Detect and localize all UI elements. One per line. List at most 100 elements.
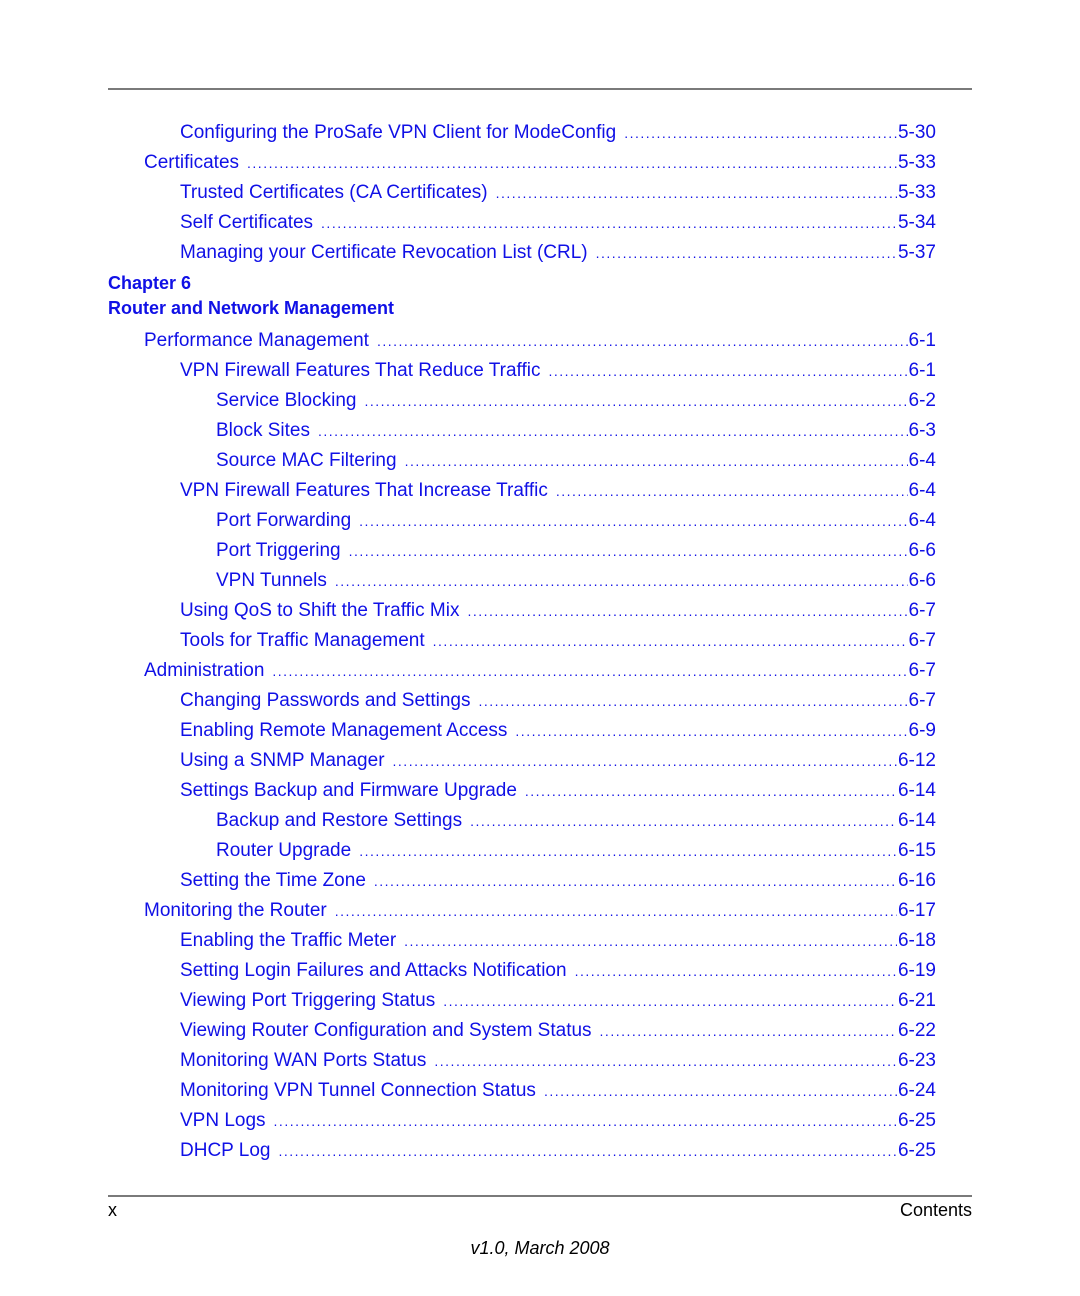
toc-entry-page[interactable]: 5-33 <box>897 182 936 204</box>
toc-entry[interactable]: Enabling Remote Management Access 6-9 <box>108 716 936 746</box>
toc-entry-title[interactable]: VPN Firewall Features That Increase Traf… <box>180 480 556 502</box>
toc-entry-page[interactable]: 6-19 <box>897 960 936 982</box>
toc-entry-page[interactable]: 5-34 <box>897 212 936 234</box>
toc-entry[interactable]: Backup and Restore Settings 6-14 <box>108 806 936 836</box>
toc-entry-title[interactable]: Self Certificates <box>180 212 321 234</box>
toc-entry-title[interactable]: Viewing Router Configuration and System … <box>180 1020 600 1042</box>
toc-entry-title[interactable]: Setting Login Failures and Attacks Notif… <box>180 960 575 982</box>
toc-entry-title[interactable]: Using a SNMP Manager <box>180 750 393 772</box>
toc-entry-page[interactable]: 6-12 <box>897 750 936 772</box>
toc-entry-title[interactable]: VPN Logs <box>180 1110 274 1132</box>
toc-entry-title[interactable]: Port Triggering <box>216 540 349 562</box>
toc-entry[interactable]: Monitoring WAN Ports Status 6-23 <box>108 1046 936 1076</box>
toc-entry[interactable]: Setting the Time Zone 6-16 <box>108 866 936 896</box>
toc-entry-page[interactable]: 6-14 <box>897 780 936 802</box>
toc-entry-title[interactable]: VPN Tunnels <box>216 570 335 592</box>
toc-entry[interactable]: Monitoring VPN Tunnel Connection Status 6… <box>108 1076 936 1106</box>
toc-entry[interactable]: Changing Passwords and Settings 6-7 <box>108 686 936 716</box>
toc-entry-title[interactable]: Using QoS to Shift the Traffic Mix <box>180 600 467 622</box>
toc-entry-page[interactable]: 6-25 <box>897 1140 936 1162</box>
toc-entry-page[interactable]: 6-6 <box>908 570 936 592</box>
toc-entry-title[interactable]: Setting the Time Zone <box>180 870 374 892</box>
toc-entry-page[interactable]: 5-37 <box>897 242 936 264</box>
toc-entry-page[interactable]: 6-23 <box>897 1050 936 1072</box>
toc-entry-title[interactable]: Trusted Certificates (CA Certificates) <box>180 182 496 204</box>
toc-entry[interactable]: Router Upgrade 6-15 <box>108 836 936 866</box>
toc-entry[interactable]: Monitoring the Router 6-17 <box>108 896 936 926</box>
toc-entry-page[interactable]: 6-25 <box>897 1110 936 1132</box>
toc-entry[interactable]: Port Forwarding 6-4 <box>108 506 936 536</box>
toc-entry[interactable]: Port Triggering 6-6 <box>108 536 936 566</box>
toc-entry-page[interactable]: 6-14 <box>897 810 936 832</box>
toc-entry[interactable]: DHCP Log 6-25 <box>108 1136 936 1166</box>
toc-entry-title[interactable]: Configuring the ProSafe VPN Client for M… <box>180 122 624 144</box>
toc-entry-page[interactable]: 6-4 <box>908 480 936 502</box>
toc-entry-page[interactable]: 6-18 <box>897 930 936 952</box>
toc-entry-title[interactable]: Settings Backup and Firmware Upgrade <box>180 780 525 802</box>
toc-entry-title[interactable]: Block Sites <box>216 420 318 442</box>
toc-entry-page[interactable]: 6-4 <box>908 510 936 532</box>
chapter-title[interactable]: Router and Network Management <box>108 296 936 320</box>
toc-entry[interactable]: Settings Backup and Firmware Upgrade 6-14 <box>108 776 936 806</box>
toc-entry-page[interactable]: 6-7 <box>908 660 936 682</box>
toc-entry-title[interactable]: Router Upgrade <box>216 840 359 862</box>
toc-entry-title[interactable]: Changing Passwords and Settings <box>180 690 478 712</box>
toc-entry-page[interactable]: 6-4 <box>908 450 936 472</box>
toc-entry-page[interactable]: 6-1 <box>908 360 936 382</box>
toc-entry[interactable]: Using a SNMP Manager 6-12 <box>108 746 936 776</box>
toc-entry[interactable]: VPN Tunnels 6-6 <box>108 566 936 596</box>
chapter-number[interactable]: Chapter 6 <box>108 270 936 296</box>
toc-entry-title[interactable]: DHCP Log <box>180 1140 278 1162</box>
toc-entry-title[interactable]: Source MAC Filtering <box>216 450 405 472</box>
toc-entry[interactable]: Configuring the ProSafe VPN Client for M… <box>108 118 936 148</box>
toc-entry[interactable]: VPN Logs 6-25 <box>108 1106 936 1136</box>
toc-entry-title[interactable]: Monitoring VPN Tunnel Connection Status <box>180 1080 544 1102</box>
toc-entry-title[interactable]: Port Forwarding <box>216 510 359 532</box>
toc-entry[interactable]: Using QoS to Shift the Traffic Mix 6-7 <box>108 596 936 626</box>
toc-entry[interactable]: Managing your Certificate Revocation Lis… <box>108 238 936 268</box>
toc-entry-page[interactable]: 6-7 <box>908 690 936 712</box>
toc-entry[interactable]: Source MAC Filtering 6-4 <box>108 446 936 476</box>
toc-entry-title[interactable]: Enabling Remote Management Access <box>180 720 515 742</box>
toc-entry-page[interactable]: 6-17 <box>897 900 936 922</box>
toc-entry-page[interactable]: 6-24 <box>897 1080 936 1102</box>
toc-entry[interactable]: Viewing Router Configuration and System … <box>108 1016 936 1046</box>
toc-entry-title[interactable]: Monitoring the Router <box>144 900 335 922</box>
toc-entry-page[interactable]: 6-15 <box>897 840 936 862</box>
toc-entry-page[interactable]: 6-7 <box>908 600 936 622</box>
toc-entry-title[interactable]: Performance Management <box>144 330 377 352</box>
toc-entry-title[interactable]: Backup and Restore Settings <box>216 810 470 832</box>
toc-entry-page[interactable]: 6-2 <box>908 390 936 412</box>
toc-entry-page[interactable]: 6-1 <box>908 330 936 352</box>
toc-entry[interactable]: Administration 6-7 <box>108 656 936 686</box>
toc-entry[interactable]: Tools for Traffic Management 6-7 <box>108 626 936 656</box>
toc-entry-page[interactable]: 6-22 <box>897 1020 936 1042</box>
toc-entry-title[interactable]: Tools for Traffic Management <box>180 630 433 652</box>
toc-entry[interactable]: Block Sites 6-3 <box>108 416 936 446</box>
toc-entry[interactable]: Self Certificates 5-34 <box>108 208 936 238</box>
toc-entry-page[interactable]: 5-30 <box>897 122 936 144</box>
toc-entry[interactable]: Trusted Certificates (CA Certificates) 5-… <box>108 178 936 208</box>
toc-entry[interactable]: Viewing Port Triggering Status 6-21 <box>108 986 936 1016</box>
toc-entry-page[interactable]: 6-6 <box>908 540 936 562</box>
toc-entry-page[interactable]: 6-9 <box>908 720 936 742</box>
toc-entry-title[interactable]: Administration <box>144 660 272 682</box>
toc-entry-title[interactable]: Enabling the Traffic Meter <box>180 930 404 952</box>
toc-entry[interactable]: VPN Firewall Features That Reduce Traffi… <box>108 356 936 386</box>
toc-entry[interactable]: Enabling the Traffic Meter 6-18 <box>108 926 936 956</box>
toc-entry-page[interactable]: 6-3 <box>908 420 936 442</box>
toc-entry-title[interactable]: Managing your Certificate Revocation Lis… <box>180 242 596 264</box>
toc-entry-title[interactable]: Viewing Port Triggering Status <box>180 990 443 1012</box>
toc-entry-title[interactable]: Monitoring WAN Ports Status <box>180 1050 434 1072</box>
toc-entry-title[interactable]: Service Blocking <box>216 390 364 412</box>
toc-entry-page[interactable]: 6-21 <box>897 990 936 1012</box>
toc-entry[interactable]: Performance Management 6-1 <box>108 326 936 356</box>
toc-entry-page[interactable]: 6-16 <box>897 870 936 892</box>
toc-entry[interactable]: VPN Firewall Features That Increase Traf… <box>108 476 936 506</box>
toc-entry[interactable]: Service Blocking 6-2 <box>108 386 936 416</box>
toc-entry-page[interactable]: 6-7 <box>908 630 936 652</box>
toc-entry-page[interactable]: 5-33 <box>897 152 936 174</box>
toc-entry-title[interactable]: VPN Firewall Features That Reduce Traffi… <box>180 360 548 382</box>
toc-entry[interactable]: Certificates 5-33 <box>108 148 936 178</box>
toc-entry[interactable]: Setting Login Failures and Attacks Notif… <box>108 956 936 986</box>
